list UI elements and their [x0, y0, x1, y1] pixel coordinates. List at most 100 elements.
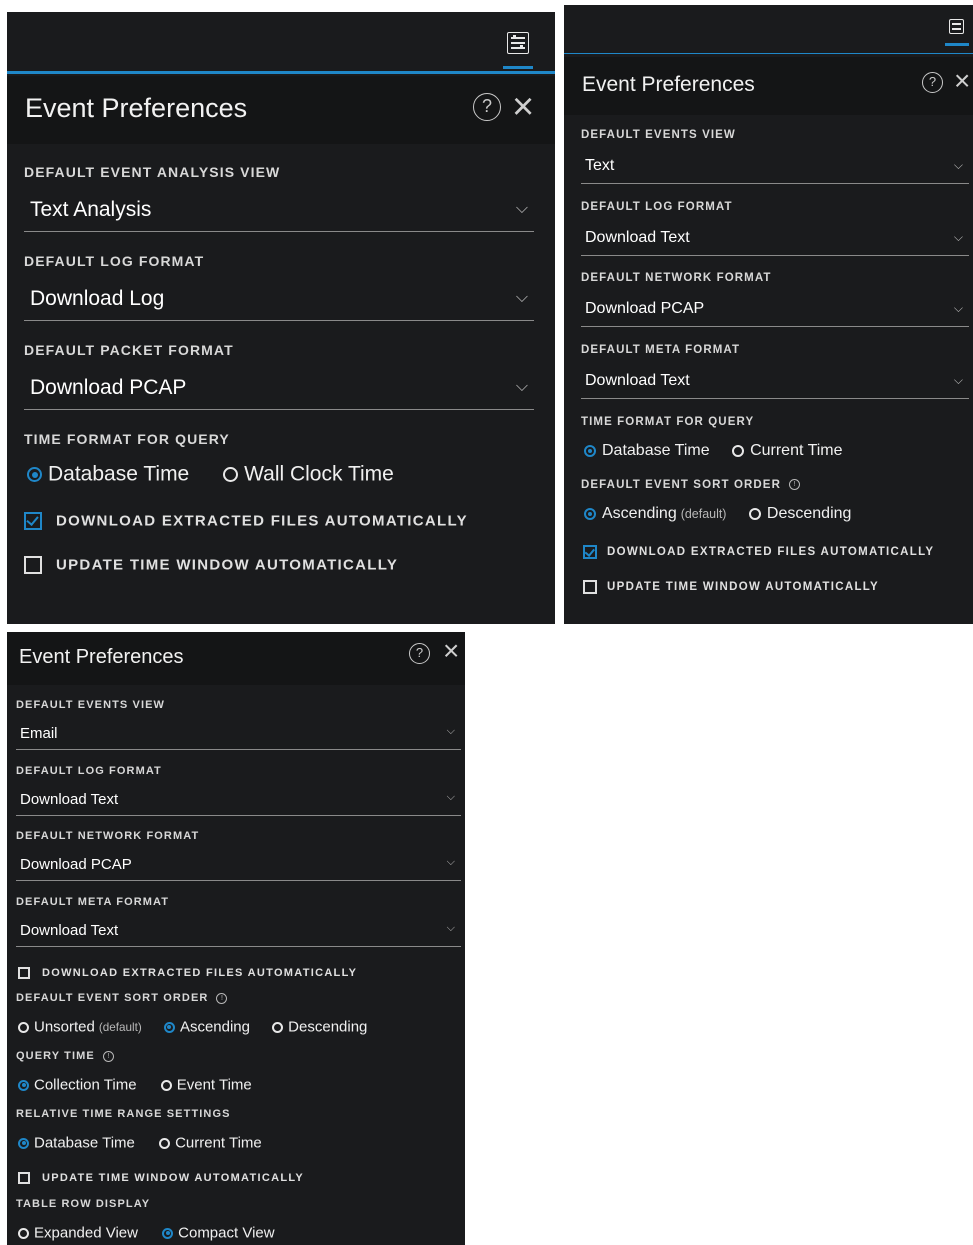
select-value: Download PCAP [30, 376, 187, 399]
event-preferences-icon[interactable] [507, 32, 529, 54]
select-value: Text Analysis [30, 198, 152, 221]
radio-database-time[interactable]: Database Time [584, 442, 710, 460]
panel-c: Event Preferences ? × DEFAULT EVENTS VIE… [7, 632, 465, 1245]
panel-title: Event Preferences [582, 73, 755, 96]
update-time-window-checkbox[interactable]: UPDATE TIME WINDOW AUTOMATICALLY [18, 1169, 304, 1187]
sort-order-label: DEFAULT EVENT SORT ORDER! [581, 479, 800, 491]
log-format-select[interactable]: Download Log ⌵ [24, 277, 534, 321]
chevron-down-icon: ⌵ [515, 378, 528, 395]
select-value: Download Text [20, 922, 119, 939]
select-value: Download PCAP [20, 856, 132, 873]
radio-database-time[interactable]: Database Time [18, 1134, 135, 1152]
chevron-down-icon: ⌵ [515, 289, 528, 306]
chevron-down-icon: ⌵ [953, 373, 963, 387]
radio-unsorted[interactable]: Unsorted (default) [18, 1018, 142, 1036]
toolbar-divider [7, 71, 555, 74]
checkbox-icon [24, 512, 42, 530]
chevron-down-icon: ⌵ [953, 301, 963, 315]
download-extracted-checkbox[interactable]: DOWNLOAD EXTRACTED FILES AUTOMATICALLY [583, 543, 934, 561]
select-value: Download Log [30, 287, 165, 310]
log-format-select[interactable]: Download Text ⌵ [16, 783, 461, 816]
chevron-down-icon: ⌵ [953, 158, 963, 172]
sort-order-label: DEFAULT EVENT SORT ORDER! [16, 992, 228, 1004]
event-preferences-icon[interactable] [949, 19, 964, 34]
info-icon[interactable]: ! [216, 992, 228, 1004]
close-icon[interactable]: × [954, 67, 970, 95]
events-view-select[interactable]: Text Analysis ⌵ [24, 188, 534, 232]
update-time-window-checkbox[interactable]: UPDATE TIME WINDOW AUTOMATICALLY [24, 556, 398, 574]
panel-b: Event Preferences ? × DEFAULT EVENTS VIE… [564, 5, 973, 624]
select-value: Text [585, 157, 615, 174]
field-label: DEFAULT LOG FORMAT [24, 253, 205, 269]
radio-expanded-view[interactable]: Expanded View [18, 1224, 138, 1242]
time-format-label: TIME FORMAT FOR QUERY [581, 416, 755, 428]
radio-current-time[interactable]: Current Time [732, 442, 843, 460]
panel-a-header: Event Preferences ? × [7, 76, 555, 144]
radio-event-time[interactable]: Event Time [160, 1076, 252, 1094]
help-icon[interactable]: ? [409, 643, 430, 664]
radio-descending[interactable]: Descending [272, 1018, 367, 1036]
time-format-label: TIME FORMAT FOR QUERY [24, 431, 230, 447]
time-format-options: Database Time Current Time [584, 442, 857, 460]
close-icon[interactable]: × [512, 88, 534, 126]
radio-wall-clock-time[interactable]: Wall Clock Time [223, 462, 394, 486]
select-value: Download Text [585, 229, 690, 246]
relative-time-options: Database Time Current Time [18, 1134, 276, 1152]
panel-title: Event Preferences [19, 646, 184, 668]
radio-ascending[interactable]: Ascending [163, 1018, 250, 1036]
relative-time-label: RELATIVE TIME RANGE SETTINGS [16, 1108, 231, 1120]
panel-c-header: Event Preferences ? × [7, 632, 465, 685]
field-label: DEFAULT LOG FORMAT [581, 201, 733, 213]
checkbox-icon [24, 556, 42, 574]
sort-order-options: Ascending (default) Descending [584, 505, 865, 523]
field-label: DEFAULT META FORMAT [16, 896, 170, 908]
checkbox-icon [583, 544, 597, 559]
chevron-down-icon: ⌵ [446, 725, 455, 737]
select-value: Download Text [585, 372, 690, 389]
field-label: DEFAULT META FORMAT [581, 344, 741, 356]
packet-format-select[interactable]: Download PCAP ⌵ [24, 366, 534, 410]
events-view-select[interactable]: Text ⌵ [581, 149, 969, 184]
radio-descending[interactable]: Descending [748, 505, 851, 523]
radio-collection-time[interactable]: Collection Time [18, 1076, 137, 1094]
field-label: DEFAULT LOG FORMAT [16, 765, 162, 777]
radio-current-time[interactable]: Current Time [159, 1134, 262, 1152]
meta-format-select[interactable]: Download Text ⌵ [16, 914, 461, 947]
active-tab-underline [503, 66, 533, 69]
field-label: DEFAULT EVENTS VIEW [16, 699, 166, 711]
chevron-down-icon: ⌵ [953, 230, 963, 244]
checkbox-icon [18, 966, 30, 979]
log-format-select[interactable]: Download Text ⌵ [581, 221, 969, 256]
select-value: Download PCAP [585, 300, 705, 317]
radio-compact-view[interactable]: Compact View [162, 1224, 275, 1242]
checkbox-icon [583, 579, 597, 594]
field-label: DEFAULT NETWORK FORMAT [581, 272, 772, 284]
select-value: Download Text [20, 791, 119, 808]
query-time-options: Collection Time Event Time [18, 1076, 266, 1094]
meta-format-select[interactable]: Download Text ⌵ [581, 364, 969, 399]
field-label: DEFAULT PACKET FORMAT [24, 342, 234, 358]
radio-ascending[interactable]: Ascending (default) [584, 505, 726, 523]
panel-b-toolbar [564, 5, 973, 57]
info-icon[interactable]: ! [102, 1050, 114, 1062]
network-format-select[interactable]: Download PCAP ⌵ [16, 848, 461, 881]
network-format-select[interactable]: Download PCAP ⌵ [581, 292, 969, 327]
active-tab-underline [945, 43, 969, 46]
events-view-select[interactable]: Email ⌵ [16, 717, 461, 750]
download-extracted-checkbox[interactable]: DOWNLOAD EXTRACTED FILES AUTOMATICALLY [24, 512, 468, 530]
close-icon[interactable]: × [443, 637, 459, 665]
checkbox-icon [18, 1171, 30, 1184]
info-icon[interactable]: ! [788, 479, 800, 491]
row-display-label: TABLE ROW DISPLAY [16, 1198, 151, 1210]
chevron-down-icon: ⌵ [515, 200, 528, 217]
field-label: DEFAULT EVENT ANALYSIS VIEW [24, 164, 281, 180]
field-label: DEFAULT NETWORK FORMAT [16, 830, 200, 842]
help-icon[interactable]: ? [922, 72, 943, 93]
download-extracted-checkbox[interactable]: DOWNLOAD EXTRACTED FILES AUTOMATICALLY [18, 964, 357, 982]
time-format-options: Database Time Wall Clock Time [27, 462, 408, 487]
radio-database-time[interactable]: Database Time [27, 462, 189, 486]
help-icon[interactable]: ? [473, 93, 501, 121]
query-time-label: QUERY TIME! [16, 1050, 114, 1062]
update-time-window-checkbox[interactable]: UPDATE TIME WINDOW AUTOMATICALLY [583, 578, 879, 596]
panel-a: Event Preferences ? × DEFAULT EVENT ANAL… [7, 12, 555, 624]
